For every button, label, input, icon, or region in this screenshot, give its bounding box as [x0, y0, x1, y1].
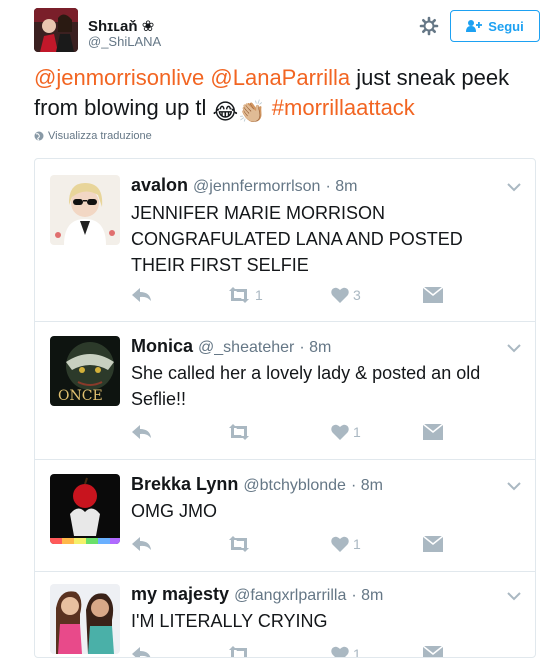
chevron-down-icon[interactable] — [507, 478, 521, 491]
message-icon[interactable] — [423, 646, 443, 657]
reply-icon[interactable] — [131, 424, 153, 440]
tweet-text: @jenmorrisonlive @LanaParrilla just snea… — [34, 63, 534, 127]
mention-link[interactable]: @LanaParrilla — [210, 65, 350, 90]
embedded-image[interactable]: avalon @jennfermorrlson · 8m JENNIFER MA… — [34, 158, 536, 658]
list-item[interactable]: Brekka Lynn @btchyblonde · 8m OMG JMO 1 — [35, 460, 535, 572]
reply-text: OMG JMO — [131, 501, 217, 521]
list-item[interactable]: avalon @jennfermorrlson · 8m JENNIFER MA… — [35, 159, 535, 322]
display-name[interactable]: Shɪʟaň ❀ — [88, 17, 154, 35]
like-button[interactable]: 1 — [331, 424, 361, 440]
reply-handle[interactable]: @fangxrlparrilla — [234, 587, 346, 604]
reply-handle[interactable]: @jennfermorrlson — [193, 178, 320, 195]
follow-button[interactable]: Segui — [450, 10, 540, 42]
retweet-icon — [229, 287, 249, 303]
tweet-header: Shɪʟaň ❀ @_ShiLANA Segui — [34, 8, 544, 54]
reply-name[interactable]: avalon — [131, 175, 188, 195]
reply-avatar[interactable]: ONCE — [50, 336, 120, 406]
reply-actions: 1 — [131, 536, 451, 556]
reply-actions: 1 — [131, 646, 451, 658]
reply-name[interactable]: Monica — [131, 336, 193, 356]
reply-time[interactable]: · 8m — [299, 339, 331, 356]
reply-time[interactable]: · 8m — [325, 178, 357, 195]
reply-time[interactable]: · 8m — [351, 587, 383, 604]
translate-link[interactable]: Visualizza traduzione — [34, 130, 152, 142]
like-button[interactable]: 1 — [331, 536, 361, 552]
list-item[interactable]: my majesty @fangxrlparrilla · 8m I'M LIT… — [35, 572, 535, 658]
like-count: 1 — [353, 536, 361, 552]
chevron-down-icon[interactable] — [507, 340, 521, 353]
gear-icon[interactable] — [419, 16, 439, 36]
heart-icon — [331, 424, 349, 440]
reply-icon[interactable] — [131, 646, 153, 657]
reply-name[interactable]: my majesty — [131, 584, 229, 604]
retweet-icon — [229, 646, 247, 657]
message-icon[interactable] — [423, 536, 443, 552]
reply-actions: 1 3 — [131, 287, 451, 307]
retweet-button[interactable] — [227, 424, 255, 440]
reply-time[interactable]: · 8m — [351, 477, 383, 494]
reply-name[interactable]: Brekka Lynn — [131, 474, 238, 494]
reply-handle[interactable]: @_sheateher — [198, 339, 294, 356]
hashtag-link[interactable]: #morrillaattack — [272, 95, 415, 120]
heart-icon — [331, 646, 349, 657]
retweet-button[interactable] — [227, 536, 255, 552]
like-button[interactable]: 3 — [331, 287, 361, 303]
reply-avatar[interactable] — [50, 584, 120, 654]
reply-avatar[interactable] — [50, 474, 120, 544]
reply-icon[interactable] — [131, 536, 153, 552]
globe-icon — [34, 131, 44, 141]
retweet-button[interactable] — [227, 646, 255, 657]
like-count: 3 — [353, 287, 361, 303]
user-handle[interactable]: @_ShiLANA — [88, 34, 161, 49]
retweet-count: 1 — [255, 287, 263, 303]
reply-header: my majesty @fangxrlparrilla · 8m — [131, 584, 383, 605]
reply-text: She called her a lovely lady & posted an… — [131, 363, 481, 409]
reply-header: avalon @jennfermorrlson · 8m — [131, 175, 357, 196]
avatar[interactable] — [34, 8, 78, 52]
like-button[interactable]: 1 — [331, 646, 361, 658]
translate-label: Visualizza traduzione — [48, 130, 152, 142]
list-item[interactable]: ONCE Monica @_sheateher · 8m She called … — [35, 322, 535, 460]
reply-text: JENNIFER MARIE MORRISON CONGRAFULATED LA… — [131, 203, 463, 275]
retweet-icon — [229, 424, 249, 440]
reply-text: I'M LITERALLY CRYING — [131, 611, 328, 631]
reply-actions: 1 — [131, 424, 451, 444]
reply-header: Monica @_sheateher · 8m — [131, 336, 331, 357]
like-count: 1 — [353, 646, 361, 658]
heart-icon — [331, 287, 349, 303]
emoji: 😂👏🏼 — [212, 99, 266, 124]
reply-handle[interactable]: @btchyblonde — [243, 477, 346, 494]
heart-icon — [331, 536, 349, 552]
chevron-down-icon[interactable] — [507, 179, 521, 192]
reply-icon[interactable] — [131, 287, 153, 303]
message-icon[interactable] — [423, 287, 443, 303]
like-count: 1 — [353, 424, 361, 440]
reply-avatar[interactable] — [50, 175, 120, 245]
retweet-button[interactable]: 1 — [227, 287, 263, 303]
message-icon[interactable] — [423, 424, 443, 440]
chevron-down-icon[interactable] — [507, 588, 521, 601]
reply-header: Brekka Lynn @btchyblonde · 8m — [131, 474, 383, 495]
add-user-icon — [466, 20, 483, 32]
follow-button-label: Segui — [488, 18, 524, 34]
retweet-icon — [229, 536, 249, 552]
mention-link[interactable]: @jenmorrisonlive — [34, 65, 204, 90]
svg-text:ONCE: ONCE — [58, 388, 103, 404]
